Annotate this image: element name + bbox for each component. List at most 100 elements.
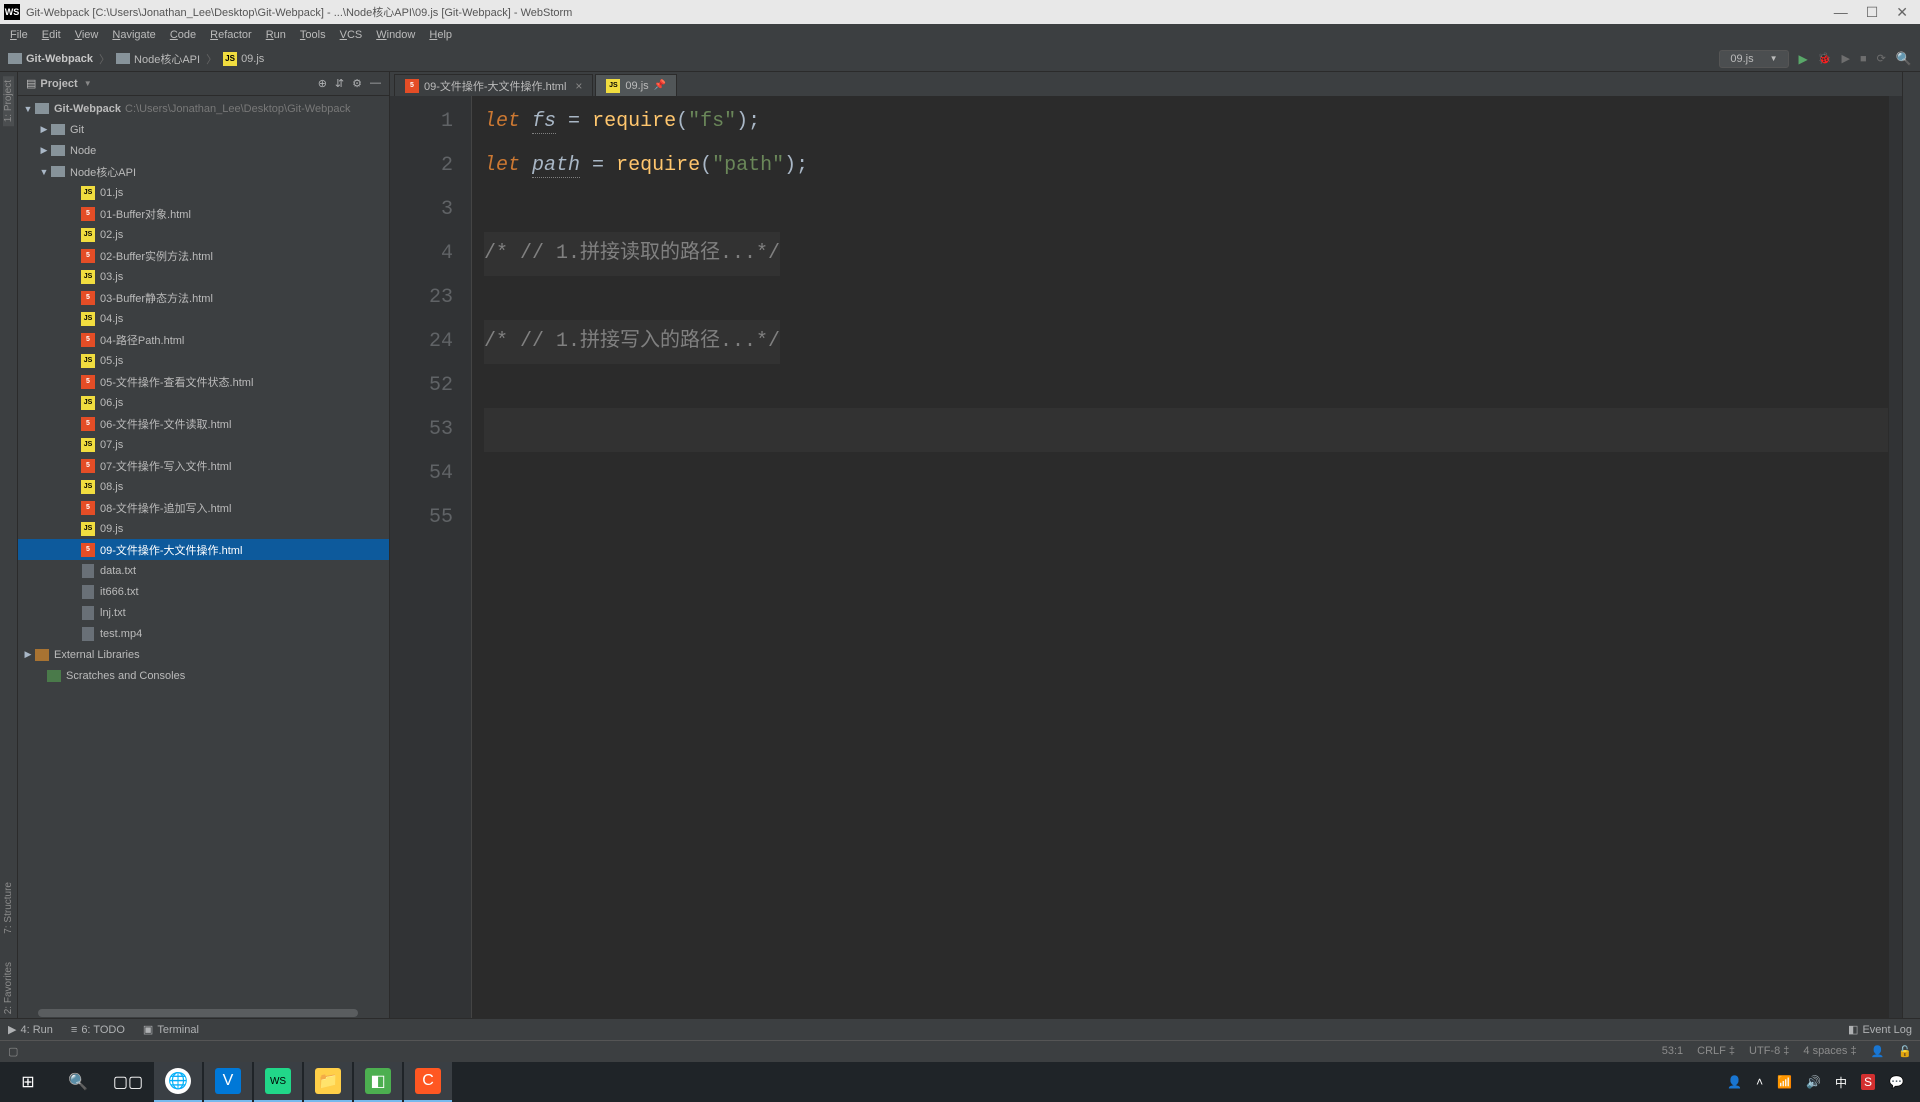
inspector-icon[interactable]: 👤 bbox=[1871, 1045, 1885, 1058]
tray-chevron-icon[interactable]: ˄ bbox=[1756, 1075, 1763, 1089]
menu-file[interactable]: File bbox=[4, 27, 34, 43]
tree-file[interactable]: JS03.js bbox=[18, 266, 389, 287]
line-gutter[interactable]: 1 2 3 4 23 24 52 53 54 55 bbox=[390, 96, 472, 1018]
pin-icon[interactable]: 📌 bbox=[654, 80, 666, 91]
status-indent[interactable]: 4 spaces ‡ bbox=[1803, 1045, 1856, 1058]
tree-folder[interactable]: ▶ Node bbox=[18, 140, 389, 161]
search-button[interactable]: 🔍 bbox=[54, 1062, 102, 1102]
status-position[interactable]: 53:1 bbox=[1662, 1045, 1683, 1058]
taskbar-app[interactable]: ◧ bbox=[354, 1062, 402, 1102]
code-content[interactable]: let fs = require("fs"); let path = requi… bbox=[472, 96, 1888, 1018]
hide-icon[interactable]: — bbox=[370, 77, 381, 90]
tree-file[interactable]: 508-文件操作-追加写入.html bbox=[18, 497, 389, 518]
menu-view[interactable]: View bbox=[69, 27, 105, 43]
arrow-right-icon[interactable]: ▶ bbox=[22, 649, 34, 660]
debug-button[interactable]: 🐞 bbox=[1818, 52, 1832, 65]
tree-file[interactable]: it666.txt bbox=[18, 581, 389, 602]
minimize-button[interactable]: — bbox=[1834, 4, 1848, 21]
tree-file[interactable]: JS06.js bbox=[18, 392, 389, 413]
project-tree[interactable]: ▼ Git-Webpack C:\Users\Jonathan_Lee\Desk… bbox=[18, 96, 389, 1008]
maximize-button[interactable]: ☐ bbox=[1866, 4, 1879, 21]
taskbar-app[interactable]: C bbox=[404, 1062, 452, 1102]
run-config-selector[interactable]: 09.js ▼ bbox=[1719, 50, 1788, 68]
menu-window[interactable]: Window bbox=[370, 27, 421, 43]
status-line-sep[interactable]: CRLF ‡ bbox=[1697, 1045, 1735, 1058]
tree-file[interactable]: JS07.js bbox=[18, 434, 389, 455]
close-button[interactable]: ✕ bbox=[1896, 4, 1908, 21]
tree-file[interactable]: test.mp4 bbox=[18, 623, 389, 644]
taskbar-explorer[interactable]: 📁 bbox=[304, 1062, 352, 1102]
gear-icon[interactable]: ⚙ bbox=[352, 77, 362, 90]
sidebar-tab-favorites[interactable]: 2: Favorites bbox=[3, 958, 14, 1018]
tray-ime-icon[interactable]: 中 bbox=[1835, 1074, 1847, 1091]
menu-help[interactable]: Help bbox=[423, 27, 458, 43]
horizontal-scrollbar[interactable] bbox=[18, 1008, 389, 1018]
tree-file[interactable]: JS09.js bbox=[18, 518, 389, 539]
menu-code[interactable]: Code bbox=[164, 27, 202, 43]
tray-notifications-icon[interactable]: 💬 bbox=[1889, 1075, 1904, 1089]
tree-scratches[interactable]: Scratches and Consoles bbox=[18, 665, 389, 686]
menu-run[interactable]: Run bbox=[260, 27, 292, 43]
tree-file[interactable]: 504-路径Path.html bbox=[18, 329, 389, 350]
tray-people-icon[interactable]: 👤 bbox=[1727, 1075, 1742, 1089]
arrow-right-icon[interactable]: ▶ bbox=[38, 145, 50, 156]
status-encoding[interactable]: UTF-8 ‡ bbox=[1749, 1045, 1789, 1058]
close-icon[interactable]: × bbox=[575, 79, 582, 93]
tray-ime-icon[interactable]: S bbox=[1861, 1074, 1875, 1090]
tree-root[interactable]: ▼ Git-Webpack C:\Users\Jonathan_Lee\Desk… bbox=[18, 98, 389, 119]
menu-tools[interactable]: Tools bbox=[294, 27, 332, 43]
tree-file[interactable]: 506-文件操作-文件读取.html bbox=[18, 413, 389, 434]
tree-file[interactable]: 503-Buffer静态方法.html bbox=[18, 287, 389, 308]
editor-tab[interactable]: JS 09.js 📌 bbox=[595, 74, 677, 96]
tree-file[interactable]: JS04.js bbox=[18, 308, 389, 329]
breadcrumb-file[interactable]: 09.js bbox=[241, 53, 264, 65]
start-button[interactable]: ⊞ bbox=[4, 1062, 52, 1102]
tree-file[interactable]: lnj.txt bbox=[18, 602, 389, 623]
taskbar-chrome[interactable]: 🌐 bbox=[154, 1062, 202, 1102]
tree-folder[interactable]: ▼ Node核心API bbox=[18, 161, 389, 182]
tree-file[interactable]: JS08.js bbox=[18, 476, 389, 497]
tree-external-libs[interactable]: ▶ External Libraries bbox=[18, 644, 389, 665]
tree-file[interactable]: 501-Buffer对象.html bbox=[18, 203, 389, 224]
code-editor[interactable]: 1 2 3 4 23 24 52 53 54 55 let fs = requi… bbox=[390, 96, 1902, 1018]
sidebar-tab-project[interactable]: 1: Project bbox=[3, 76, 14, 126]
tree-file[interactable]: 505-文件操作-查看文件状态.html bbox=[18, 371, 389, 392]
status-hint-icon[interactable]: ▢ bbox=[8, 1045, 18, 1058]
menu-refactor[interactable]: Refactor bbox=[204, 27, 258, 43]
coverage-button[interactable]: ▶ bbox=[1841, 52, 1849, 65]
stop-button[interactable]: ■ bbox=[1860, 53, 1867, 65]
scroll-from-source-icon[interactable]: ⊕ bbox=[318, 77, 327, 90]
arrow-right-icon[interactable]: ▶ bbox=[38, 124, 50, 135]
code-folded-comment[interactable]: /* // 1.拼接读取的路径...*/ bbox=[484, 232, 780, 276]
error-stripe[interactable] bbox=[1888, 96, 1902, 1018]
lock-icon[interactable]: 🔓 bbox=[1898, 1045, 1912, 1058]
vcs-button[interactable]: ⟳ bbox=[1877, 52, 1886, 65]
menu-vcs[interactable]: VCS bbox=[334, 27, 369, 43]
run-button[interactable]: ▶ bbox=[1799, 52, 1808, 66]
taskbar-webstorm[interactable]: WS bbox=[254, 1062, 302, 1102]
code-cursor-line[interactable] bbox=[484, 408, 1888, 452]
chevron-down-icon[interactable]: ▼ bbox=[84, 79, 92, 88]
menu-navigate[interactable]: Navigate bbox=[106, 27, 161, 43]
code-folded-comment[interactable]: /* // 1.拼接写入的路径...*/ bbox=[484, 320, 780, 364]
arrow-down-icon[interactable]: ▼ bbox=[22, 104, 34, 114]
tree-folder[interactable]: ▶ Git bbox=[18, 119, 389, 140]
tool-event-log[interactable]: ◧Event Log bbox=[1848, 1023, 1912, 1036]
tree-file[interactable]: data.txt bbox=[18, 560, 389, 581]
tool-run[interactable]: ▶4: Run bbox=[8, 1023, 53, 1036]
tree-file[interactable]: JS05.js bbox=[18, 350, 389, 371]
task-view-button[interactable]: ▢▢ bbox=[104, 1062, 152, 1102]
menu-edit[interactable]: Edit bbox=[36, 27, 67, 43]
tree-file[interactable]: 507-文件操作-写入文件.html bbox=[18, 455, 389, 476]
sidebar-tab-structure[interactable]: 7: Structure bbox=[3, 878, 14, 938]
tree-file[interactable]: JS02.js bbox=[18, 224, 389, 245]
collapse-all-icon[interactable]: ⇵ bbox=[335, 77, 344, 90]
editor-tab[interactable]: 5 09-文件操作-大文件操作.html × bbox=[394, 74, 593, 96]
search-icon[interactable]: 🔍 bbox=[1896, 51, 1912, 67]
breadcrumb-root[interactable]: Git-Webpack bbox=[26, 53, 93, 65]
tray-volume-icon[interactable]: 🔊 bbox=[1806, 1075, 1821, 1089]
scrollbar-thumb[interactable] bbox=[38, 1009, 358, 1017]
tool-todo[interactable]: ≡6: TODO bbox=[71, 1024, 125, 1036]
tree-file[interactable]: JS01.js bbox=[18, 182, 389, 203]
tool-terminal[interactable]: ▣Terminal bbox=[143, 1023, 199, 1036]
